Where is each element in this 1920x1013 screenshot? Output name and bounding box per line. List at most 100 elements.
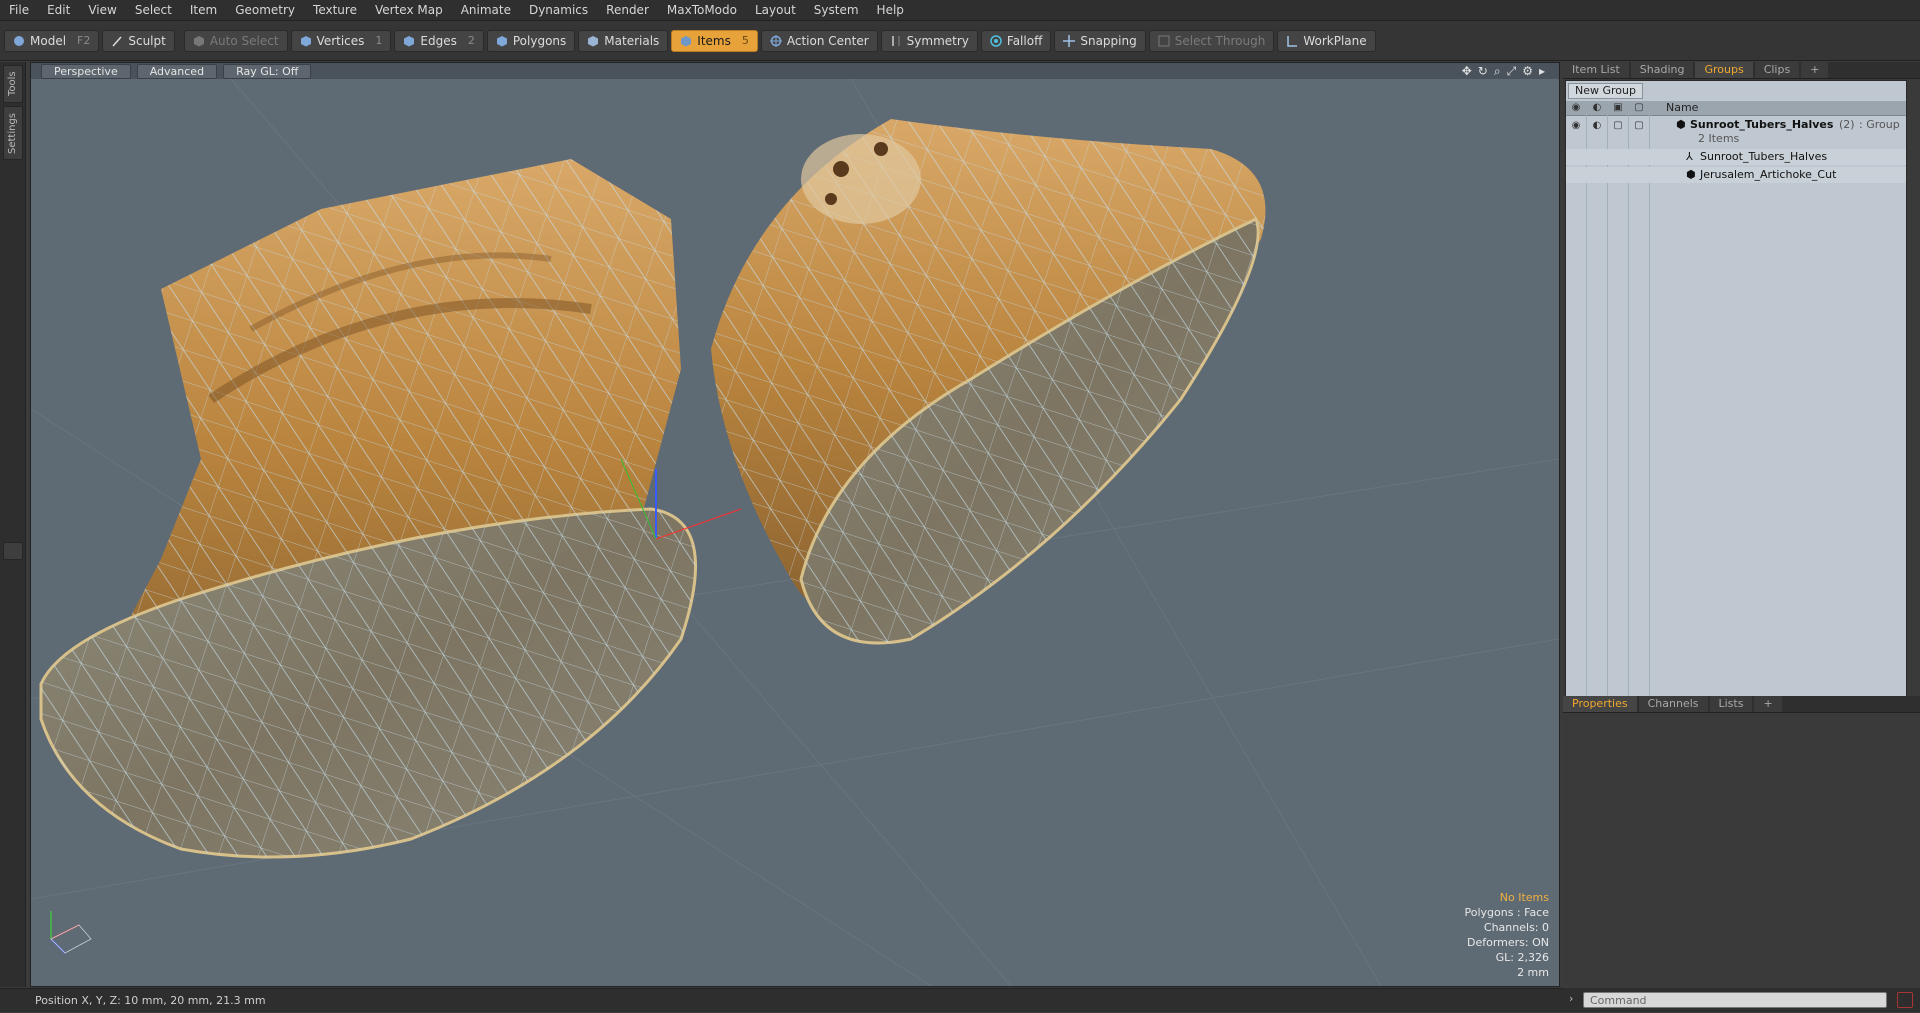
items-hotkey: 5 [741, 34, 749, 47]
menu-dynamics[interactable]: Dynamics [520, 0, 597, 20]
gear-icon[interactable]: ⚙ [1522, 64, 1533, 79]
workplane-button[interactable]: WorkPlane [1277, 29, 1376, 52]
brush-icon [111, 35, 123, 47]
axis-orientation-gizmo [50, 911, 92, 954]
selection-info: No Items [1499, 891, 1549, 904]
edges-button[interactable]: Edges 2 [394, 29, 484, 52]
items-button[interactable]: Items 5 [671, 29, 758, 52]
vertex-icon [300, 35, 312, 47]
model-button[interactable]: Model F2 [4, 29, 100, 52]
maximize-icon[interactable]: ⤢ [1507, 64, 1517, 79]
perspective-button[interactable]: Perspective [41, 63, 131, 79]
raygl-button[interactable]: Ray GL: Off [223, 63, 312, 79]
groups-list[interactable]: New Group ◉ ◐ ▣ ▢ Name ◉ ◐ ▢ ▢ ⬢ Sunroot… [1565, 80, 1907, 750]
menu-render[interactable]: Render [597, 0, 658, 20]
action-center-label: Action Center [786, 33, 869, 48]
play-arrow-icon[interactable]: ▸ [1539, 64, 1545, 79]
tab-channels[interactable]: Channels [1638, 696, 1708, 712]
scale-info: 2 mm [1517, 966, 1549, 979]
channels-info: Channels: 0 [1483, 921, 1549, 934]
rotate-icon[interactable]: ↻ [1478, 64, 1488, 79]
properties-area[interactable] [1563, 713, 1920, 987]
menu-select[interactable]: Select [126, 0, 181, 20]
auto-select-button[interactable]: Auto Select [183, 29, 288, 52]
cube-icon [193, 35, 205, 47]
select-column-icon[interactable]: ▢ [1633, 102, 1645, 114]
viewport-header: Perspective Advanced Ray GL: Off ✥ ↻ ⌕ ⤢… [31, 63, 1559, 79]
locator-icon: ⅄ [1686, 150, 1693, 163]
sculpt-button[interactable]: Sculpt [102, 29, 175, 52]
left-tuber-mesh [39, 159, 698, 859]
menu-item[interactable]: Item [181, 0, 226, 20]
model-icon [13, 35, 25, 47]
menu-maxtomodo[interactable]: MaxToModo [658, 0, 746, 20]
snapping-label: Snapping [1080, 33, 1137, 48]
command-input[interactable]: Command [1583, 992, 1887, 1008]
menu-layout[interactable]: Layout [746, 0, 805, 20]
right-panel: Item List Shading Groups Clips + New Gro… [1563, 62, 1920, 987]
menu-animate[interactable]: Animate [452, 0, 520, 20]
collapse-tab[interactable] [3, 542, 23, 560]
settings-tab[interactable]: Settings [3, 106, 23, 160]
model-hotkey: F2 [77, 34, 91, 47]
vertices-button[interactable]: Vertices 1 [290, 29, 392, 52]
lock-column-icon[interactable]: ▣ [1612, 102, 1624, 114]
group-items-count: 2 Items [1698, 132, 1740, 145]
list-item[interactable]: ⬢ Jerusalem_Artichoke_Cut [1566, 167, 1906, 183]
edges-hotkey: 2 [467, 34, 475, 47]
menu-system[interactable]: System [805, 0, 868, 20]
polygons-label: Polygons [512, 33, 567, 48]
menu-file[interactable]: File [0, 0, 38, 20]
pan-icon[interactable]: ✥ [1462, 64, 1472, 79]
visibility-column-icon[interactable]: ◉ [1570, 102, 1582, 114]
sculpt-label: Sculpt [128, 33, 166, 48]
snapping-button[interactable]: Snapping [1054, 29, 1146, 52]
falloff-button[interactable]: Falloff [980, 29, 1052, 52]
3d-viewport[interactable]: Perspective Advanced Ray GL: Off ✥ ↻ ⌕ ⤢… [30, 62, 1560, 987]
falloff-label: Falloff [1006, 33, 1043, 48]
child-item-label: Jerusalem_Artichoke_Cut [1700, 168, 1837, 181]
select-through-label: Select Through [1174, 33, 1266, 48]
new-group-button[interactable]: New Group [1568, 83, 1643, 99]
edges-label: Edges [420, 33, 457, 48]
menu-edit[interactable]: Edit [38, 0, 79, 20]
toolbar: Model F2 Sculpt Auto Select Vertices 1 E… [0, 21, 1920, 61]
menu-view[interactable]: View [79, 0, 125, 20]
tab-item-list[interactable]: Item List [1563, 62, 1629, 78]
menu-help[interactable]: Help [868, 0, 913, 20]
render-column-icon[interactable]: ◐ [1591, 102, 1603, 114]
add-tab-icon[interactable]: + [1754, 696, 1782, 712]
symmetry-icon [890, 35, 902, 47]
viewport-info: No Items Polygons : Face Channels: 0 Def… [1464, 890, 1549, 980]
deformers-info: Deformers: ON [1467, 936, 1549, 949]
tab-groups[interactable]: Groups [1695, 62, 1753, 78]
record-icon[interactable] [1897, 992, 1913, 1008]
right-tuber-mesh [711, 119, 1266, 645]
tab-shading[interactable]: Shading [1630, 62, 1694, 78]
viewport-scene[interactable] [31, 79, 1559, 986]
advanced-button[interactable]: Advanced [136, 63, 218, 79]
menu-geometry[interactable]: Geometry [226, 0, 304, 20]
tab-lists[interactable]: Lists [1709, 696, 1753, 712]
materials-button[interactable]: Materials [578, 29, 669, 52]
list-item[interactable]: ⅄ Sunroot_Tubers_Halves [1566, 149, 1906, 165]
action-center-button[interactable]: Action Center [760, 29, 878, 52]
symmetry-label: Symmetry [906, 33, 969, 48]
tab-properties[interactable]: Properties [1563, 696, 1637, 712]
symmetry-button[interactable]: Symmetry [880, 29, 978, 52]
menu-vertex-map[interactable]: Vertex Map [366, 0, 452, 20]
add-tab-icon[interactable]: + [1801, 62, 1829, 78]
item-icon [680, 35, 692, 47]
menu-texture[interactable]: Texture [304, 0, 366, 20]
tools-tab[interactable]: Tools [3, 65, 23, 103]
child-item-label: Sunroot_Tubers_Halves [1700, 150, 1828, 163]
zoom-icon[interactable]: ⌕ [1494, 64, 1501, 79]
falloff-icon [990, 34, 1002, 47]
select-through-button[interactable]: Select Through [1148, 29, 1275, 52]
gl-info: GL: 2,326 [1495, 951, 1549, 964]
material-icon [587, 35, 599, 47]
tab-clips[interactable]: Clips [1754, 62, 1800, 78]
left-tab-strip: Tools Settings [0, 62, 26, 987]
command-prompt-icon: › [1569, 992, 1574, 1005]
polygons-button[interactable]: Polygons [486, 29, 576, 52]
